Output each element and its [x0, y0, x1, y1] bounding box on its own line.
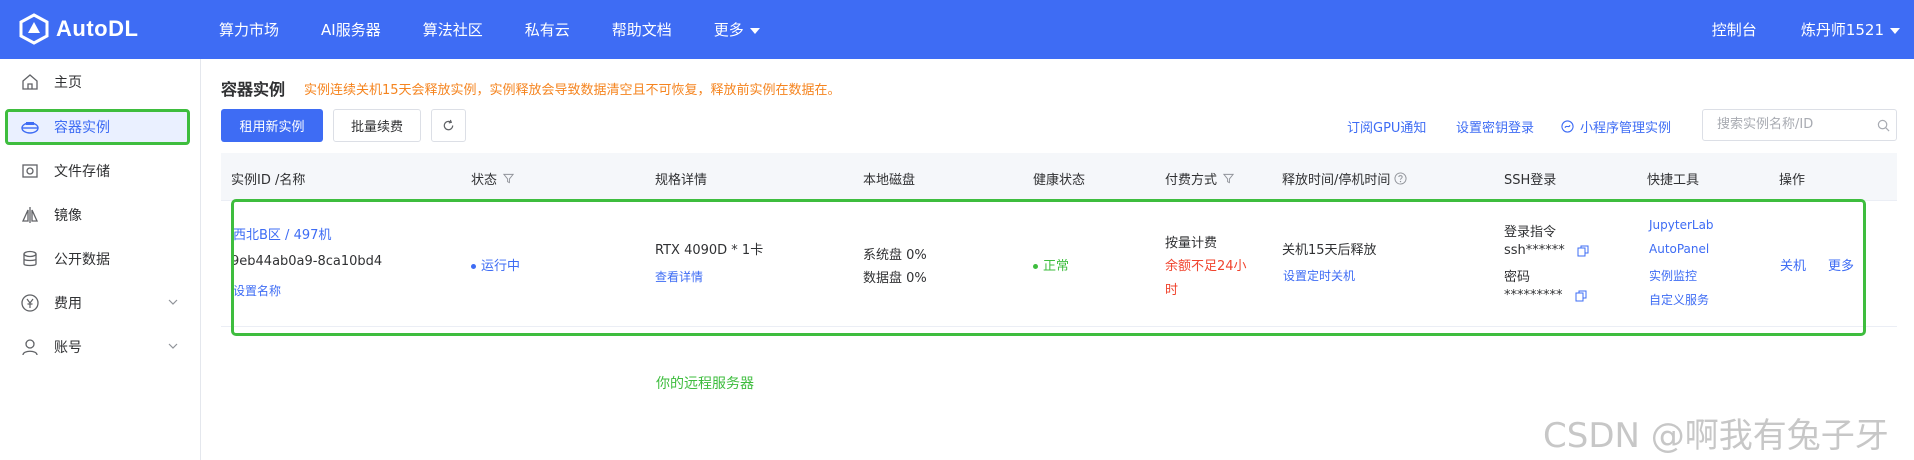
col-ssh: SSH登录: [1504, 173, 1557, 188]
storage-icon: [22, 164, 38, 178]
nav-more-label: 更多: [713, 21, 744, 39]
nav-compute-market[interactable]: 算力市场: [219, 19, 279, 40]
chevron-down-icon: [168, 343, 178, 349]
search-input[interactable]: [1715, 116, 1869, 133]
highlight-box-sidebar: [5, 109, 190, 145]
col-local-disk: 本地磁盘: [863, 173, 916, 188]
col-tools: 快捷工具: [1647, 173, 1700, 188]
sidebar-item-home[interactable]: 主页: [0, 64, 200, 100]
subscribe-gpu-link[interactable]: 订阅GPU通知: [1347, 117, 1426, 136]
search-box[interactable]: [1702, 109, 1897, 141]
home-icon: [22, 74, 38, 90]
nav-private-cloud[interactable]: 私有云: [525, 19, 570, 40]
nav-ai-server[interactable]: AI服务器: [321, 19, 381, 40]
table-header: 实例ID /名称 状态 规格详情 本地磁盘 健康状态 付费方式 释放时间/停机时…: [221, 153, 1897, 201]
caret-down-icon: [1890, 27, 1900, 34]
sidebar-item-images[interactable]: 镜像: [0, 197, 200, 233]
col-billing-label: 付费方式: [1165, 173, 1218, 188]
col-release-time: 释放时间/停机时间: [1282, 169, 1407, 188]
col-billing[interactable]: 付费方式: [1165, 169, 1235, 188]
sidebar-item-label: 账号: [54, 340, 82, 356]
chevron-down-icon: [168, 299, 178, 305]
yen-icon: [21, 294, 39, 312]
rent-new-instance-button[interactable]: 租用新实例: [221, 109, 323, 142]
autodl-logo-icon: [19, 13, 49, 45]
highlight-box-instance-row: [231, 199, 1866, 336]
nav-algorithm-community[interactable]: 算法社区: [423, 19, 483, 40]
col-release-label: 释放时间/停机时间: [1282, 173, 1391, 188]
nav-more[interactable]: 更多: [714, 19, 760, 40]
sidebar-item-label: 费用: [54, 296, 82, 312]
user-icon: [22, 339, 38, 356]
username: 炼丹师1521: [1800, 21, 1884, 39]
brand-name: AutoDL: [56, 16, 139, 41]
col-actions: 操作: [1779, 173, 1806, 188]
col-status-label: 状态: [471, 173, 498, 188]
nav-help-docs[interactable]: 帮助文档: [612, 19, 672, 40]
miniapp-manage-link[interactable]: 小程序管理实例: [1561, 117, 1671, 136]
watermark: CSDN @啊我有兔子牙: [1543, 416, 1889, 456]
set-key-login-link[interactable]: 设置密钥登录: [1456, 117, 1534, 136]
annotation-remote-server: 你的远程服务器: [656, 376, 754, 392]
filter-icon[interactable]: [1223, 173, 1235, 184]
col-spec: 规格详情: [655, 173, 708, 188]
refresh-button[interactable]: [431, 109, 466, 142]
sidebar-item-label: 公开数据: [54, 252, 110, 268]
console-link[interactable]: 控制台: [1712, 19, 1757, 40]
sidebar-item-label: 主页: [54, 75, 82, 91]
refresh-icon: [443, 119, 454, 131]
page-title: 容器实例: [221, 80, 286, 99]
miniapp-manage-label: 小程序管理实例: [1580, 121, 1672, 136]
user-menu[interactable]: 炼丹师1521: [1801, 19, 1900, 40]
database-icon: [23, 250, 37, 267]
miniapp-icon: [1561, 120, 1574, 133]
image-icon: [21, 207, 39, 223]
filter-icon[interactable]: [503, 173, 515, 184]
caret-down-icon: [749, 27, 760, 34]
batch-renew-button[interactable]: 批量续费: [333, 109, 421, 142]
top-navbar: AutoDL 算力市场 AI服务器 算法社区 私有云 帮助文档 更多 控制台 炼…: [0, 0, 1914, 59]
release-warning: 实例连续关机15天会释放实例，实例释放会导致数据清空且不可恢复，释放前实例在数据…: [304, 83, 841, 98]
sidebar-item-account[interactable]: 账号: [0, 329, 200, 365]
col-instance-id: 实例ID /名称: [231, 173, 306, 188]
col-health: 健康状态: [1033, 173, 1086, 188]
top-nav: 算力市场 AI服务器 算法社区 私有云 帮助文档 更多: [219, 0, 802, 59]
col-status[interactable]: 状态: [471, 169, 515, 188]
sidebar-item-label: 文件存储: [54, 164, 110, 180]
help-icon[interactable]: [1394, 172, 1407, 185]
logo[interactable]: AutoDL: [18, 13, 138, 45]
sidebar-item-file-storage[interactable]: 文件存储: [0, 153, 200, 189]
sidebar-item-label: 镜像: [54, 208, 82, 224]
sidebar-item-billing[interactable]: 费用: [0, 285, 200, 321]
search-icon[interactable]: [1877, 119, 1890, 132]
sidebar-item-public-data[interactable]: 公开数据: [0, 241, 200, 277]
